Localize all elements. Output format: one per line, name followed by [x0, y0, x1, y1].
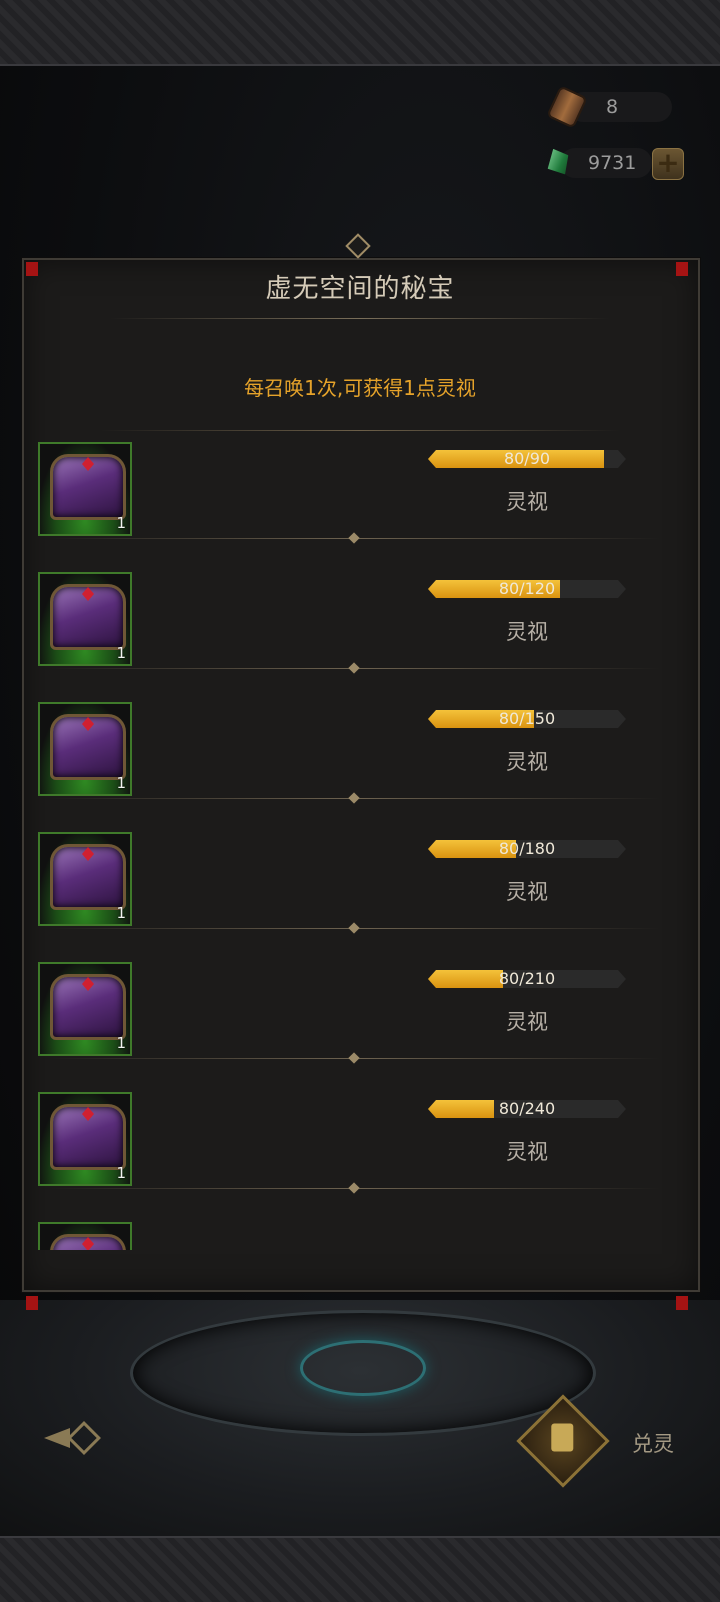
- progress-bar: 80/150: [428, 710, 626, 728]
- gem-currency: 9731: [560, 148, 652, 178]
- divider-ornament: [348, 662, 360, 674]
- gem-count: 9731: [588, 152, 637, 174]
- divider-ornament: [348, 1182, 360, 1194]
- diamond-icon: [67, 1421, 101, 1455]
- progress-bar: 80/180: [428, 840, 626, 858]
- panel-title: 虚无空间的秘宝: [265, 274, 455, 304]
- scroll-count: 8: [606, 96, 619, 118]
- item-count: 1: [116, 644, 126, 662]
- treasure-chest-icon: [50, 844, 126, 910]
- add-gem-button[interactable]: +: [652, 148, 684, 180]
- altar-core: [300, 1340, 426, 1396]
- progress-bar: 80/210: [428, 970, 626, 988]
- progress-text: 80/210: [498, 969, 556, 988]
- reward-row-partial: [30, 1214, 680, 1250]
- reward-label: 灵视: [506, 490, 548, 514]
- progress-bar: 80/90: [428, 450, 626, 468]
- divider-ornament: [348, 922, 360, 934]
- chest-item-slot[interactable]: 1: [38, 572, 132, 666]
- reward-label: 灵视: [506, 750, 548, 774]
- treasure-chest-icon: [50, 1234, 126, 1250]
- chest-item-slot[interactable]: [38, 1222, 132, 1250]
- divider-ornament: [348, 532, 360, 544]
- card-icon: [551, 1423, 574, 1452]
- treasure-chest-icon: [50, 584, 126, 650]
- item-count: 1: [116, 514, 126, 532]
- divider-ornament: [348, 1052, 360, 1064]
- treasure-chest-icon: [50, 1104, 126, 1170]
- panel-corner-bl: [26, 1296, 38, 1310]
- progress-text: 80/180: [498, 839, 556, 858]
- reward-row: 1 80/180 灵视: [30, 824, 680, 934]
- item-count: 1: [116, 904, 126, 922]
- chest-item-slot[interactable]: 1: [38, 1092, 132, 1186]
- plus-icon: +: [656, 146, 680, 179]
- progress-bar: 80/120: [428, 580, 626, 598]
- reward-label: 灵视: [506, 880, 548, 904]
- chest-item-slot[interactable]: 1: [38, 832, 132, 926]
- panel-corner-br: [676, 1296, 688, 1310]
- item-count: 1: [116, 1034, 126, 1052]
- reward-row: 1 80/90 灵视: [30, 434, 680, 544]
- chest-item-slot[interactable]: 1: [38, 702, 132, 796]
- title-divider: [110, 318, 610, 319]
- back-button[interactable]: [44, 1421, 104, 1455]
- chest-item-slot[interactable]: 1: [38, 962, 132, 1056]
- item-count: 1: [116, 1164, 126, 1182]
- treasure-chest-icon: [50, 974, 126, 1040]
- reward-list[interactable]: 1 80/90 灵视 1 80/120 灵视 1 80/150 灵视 1 80/…: [30, 434, 680, 1250]
- progress-text: 80/240: [498, 1099, 556, 1118]
- chest-item-slot[interactable]: 1: [38, 442, 132, 536]
- top-frame: [0, 0, 720, 66]
- reward-row: 1 80/120 灵视: [30, 564, 680, 674]
- reward-label: 灵视: [506, 1010, 548, 1034]
- panel-subtitle: 每召唤1次,可获得1点灵视: [244, 376, 476, 400]
- reward-label: 灵视: [506, 1140, 548, 1164]
- reward-row: 1 80/150 灵视: [30, 694, 680, 804]
- exchange-label[interactable]: 兑灵: [632, 1428, 674, 1458]
- subtitle-divider: [100, 430, 620, 431]
- progress-text: 80/90: [503, 449, 551, 468]
- item-count: 1: [116, 774, 126, 792]
- reward-row: 1 80/240 灵视: [30, 1084, 680, 1194]
- treasure-chest-icon: [50, 714, 126, 780]
- bottom-frame: [0, 1536, 720, 1602]
- progress-bar: 80/240: [428, 1100, 626, 1118]
- progress-text: 80/120: [498, 579, 556, 598]
- reward-label: 灵视: [506, 620, 548, 644]
- reward-row: 1 80/210 灵视: [30, 954, 680, 1064]
- divider-ornament: [348, 792, 360, 804]
- treasure-chest-icon: [50, 454, 126, 520]
- progress-text: 80/150: [498, 709, 556, 728]
